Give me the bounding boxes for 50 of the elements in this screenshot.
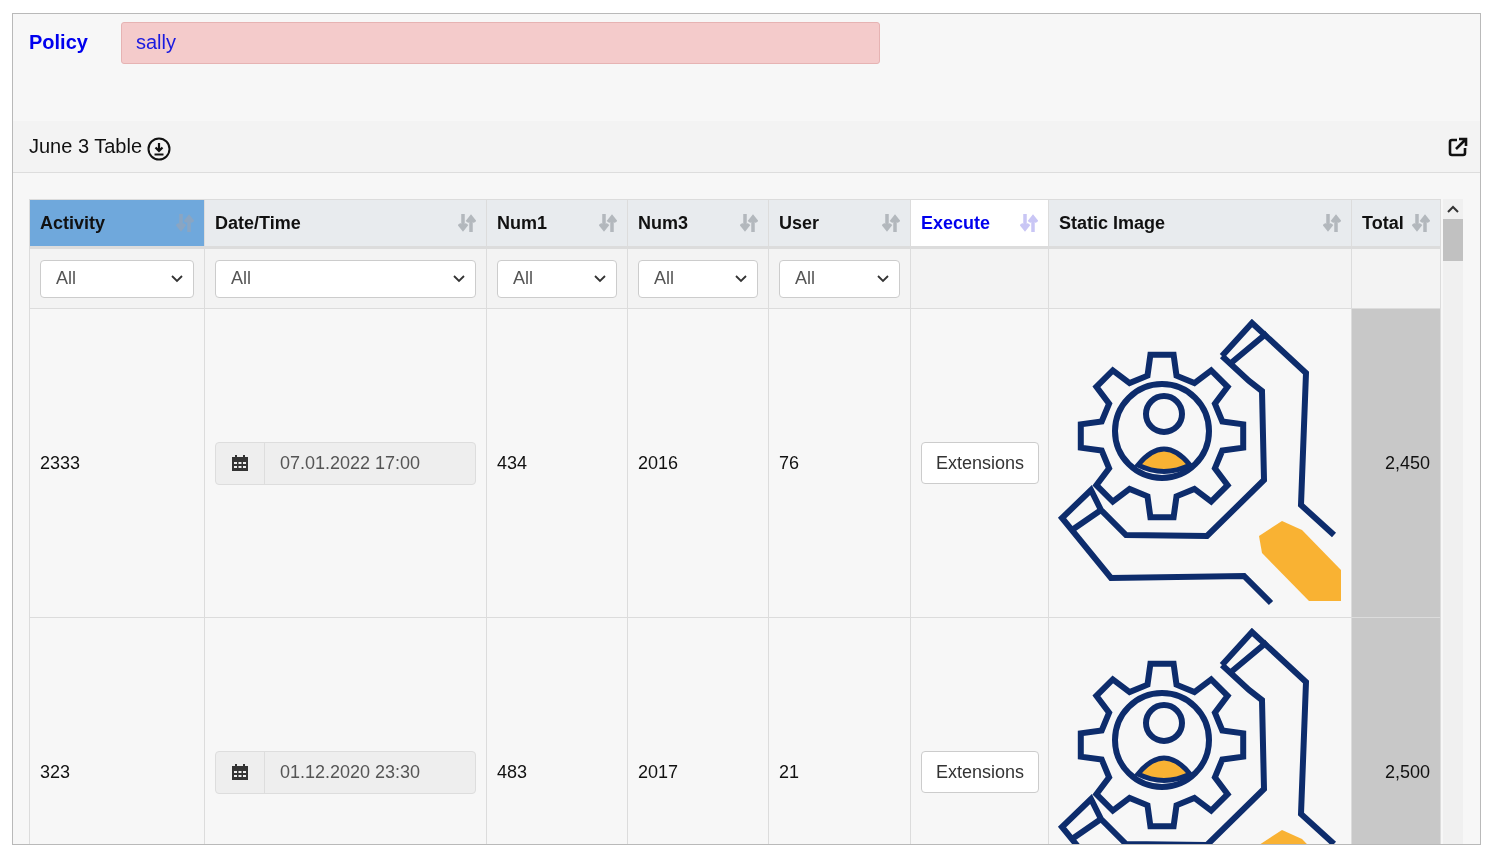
table-cell: 2333 [29, 308, 205, 618]
chevron-down-icon [735, 274, 747, 283]
chevron-down-icon [594, 274, 606, 283]
filter-dropdown[interactable]: All [497, 259, 617, 298]
scrollbar[interactable] [1443, 199, 1463, 844]
sort-icon [599, 213, 617, 233]
extensions-button[interactable]: Extensions [921, 442, 1040, 484]
table-cell: 76 [768, 308, 911, 618]
panel-title: June 3 Table [29, 135, 143, 158]
filter-dropdown[interactable]: All [215, 259, 476, 298]
calendar-icon [231, 763, 249, 781]
table-cell: 2017 [627, 617, 769, 844]
column-header[interactable]: Date/Time [205, 200, 486, 246]
column-header[interactable]: Total [1352, 200, 1440, 246]
download-icon[interactable] [147, 136, 172, 161]
table-cell: 434 [486, 308, 628, 618]
sort-icon [176, 213, 194, 233]
policy-label: Policy [29, 31, 87, 54]
policy-field[interactable]: sally [121, 21, 880, 64]
extensions-button[interactable]: Extensions [921, 751, 1040, 793]
filter-dropdown[interactable]: All [40, 259, 194, 298]
sort-icon [458, 213, 476, 233]
column-header[interactable]: Activity [30, 200, 204, 246]
date-field[interactable]: 07.01.2022 17:00 [215, 441, 476, 485]
sort-icon [740, 213, 758, 233]
calendar-icon [231, 454, 249, 472]
table-cell: 323 [29, 617, 205, 844]
chevron-up-icon[interactable] [1447, 205, 1459, 213]
column-header[interactable]: Execute [911, 200, 1048, 246]
chevron-down-icon [877, 274, 889, 283]
sort-icon [1323, 213, 1341, 233]
sort-icon [1412, 213, 1430, 233]
filter-dropdown[interactable]: All [779, 259, 900, 298]
chevron-down-icon [171, 274, 183, 283]
external-link-icon[interactable] [1448, 136, 1468, 157]
column-header[interactable]: User [769, 200, 910, 246]
column-header[interactable]: Static Image [1049, 200, 1351, 246]
table-cell: 21 [768, 617, 911, 844]
column-header[interactable]: Num1 [487, 200, 627, 246]
table-cell: 2,500 [1351, 617, 1441, 844]
filter-dropdown[interactable]: All [638, 259, 758, 298]
column-header[interactable]: Num3 [628, 200, 768, 246]
table-cell: 483 [486, 617, 628, 844]
chevron-down-icon [453, 274, 465, 283]
scrollbar-thumb[interactable] [1443, 219, 1463, 261]
table-cell: 2016 [627, 308, 769, 618]
table-cell: 2,450 [1351, 308, 1441, 618]
sort-icon [1020, 213, 1038, 233]
date-field[interactable]: 01.12.2020 23:30 [215, 750, 476, 794]
sort-icon [882, 213, 900, 233]
